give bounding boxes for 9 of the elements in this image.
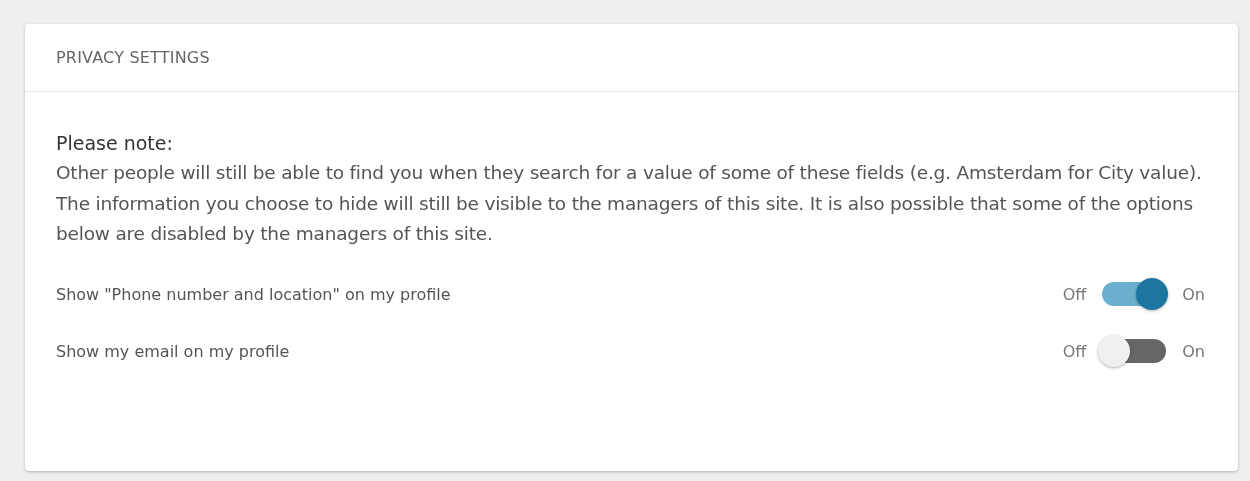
on-label: On bbox=[1182, 284, 1205, 304]
note-heading: Please note: bbox=[56, 131, 174, 156]
panel-title: PRIVACY SETTINGS bbox=[56, 48, 210, 67]
on-label: On bbox=[1182, 341, 1205, 361]
off-label: Off bbox=[1062, 284, 1087, 304]
setting-label: Show my email on my profile bbox=[56, 341, 290, 361]
note-text: Other people will still be able to find you when they search for a value of some of these fields (e.g. Amsterdam for City value). The information you choose to hide will still be visible to the managers of this site. It is also possible that some of the options below are disabled by the managers of this site. bbox=[56, 161, 1203, 246]
setting-label: Show "Phone number and location" on my profile bbox=[56, 284, 451, 304]
off-label: Off bbox=[1062, 341, 1087, 361]
